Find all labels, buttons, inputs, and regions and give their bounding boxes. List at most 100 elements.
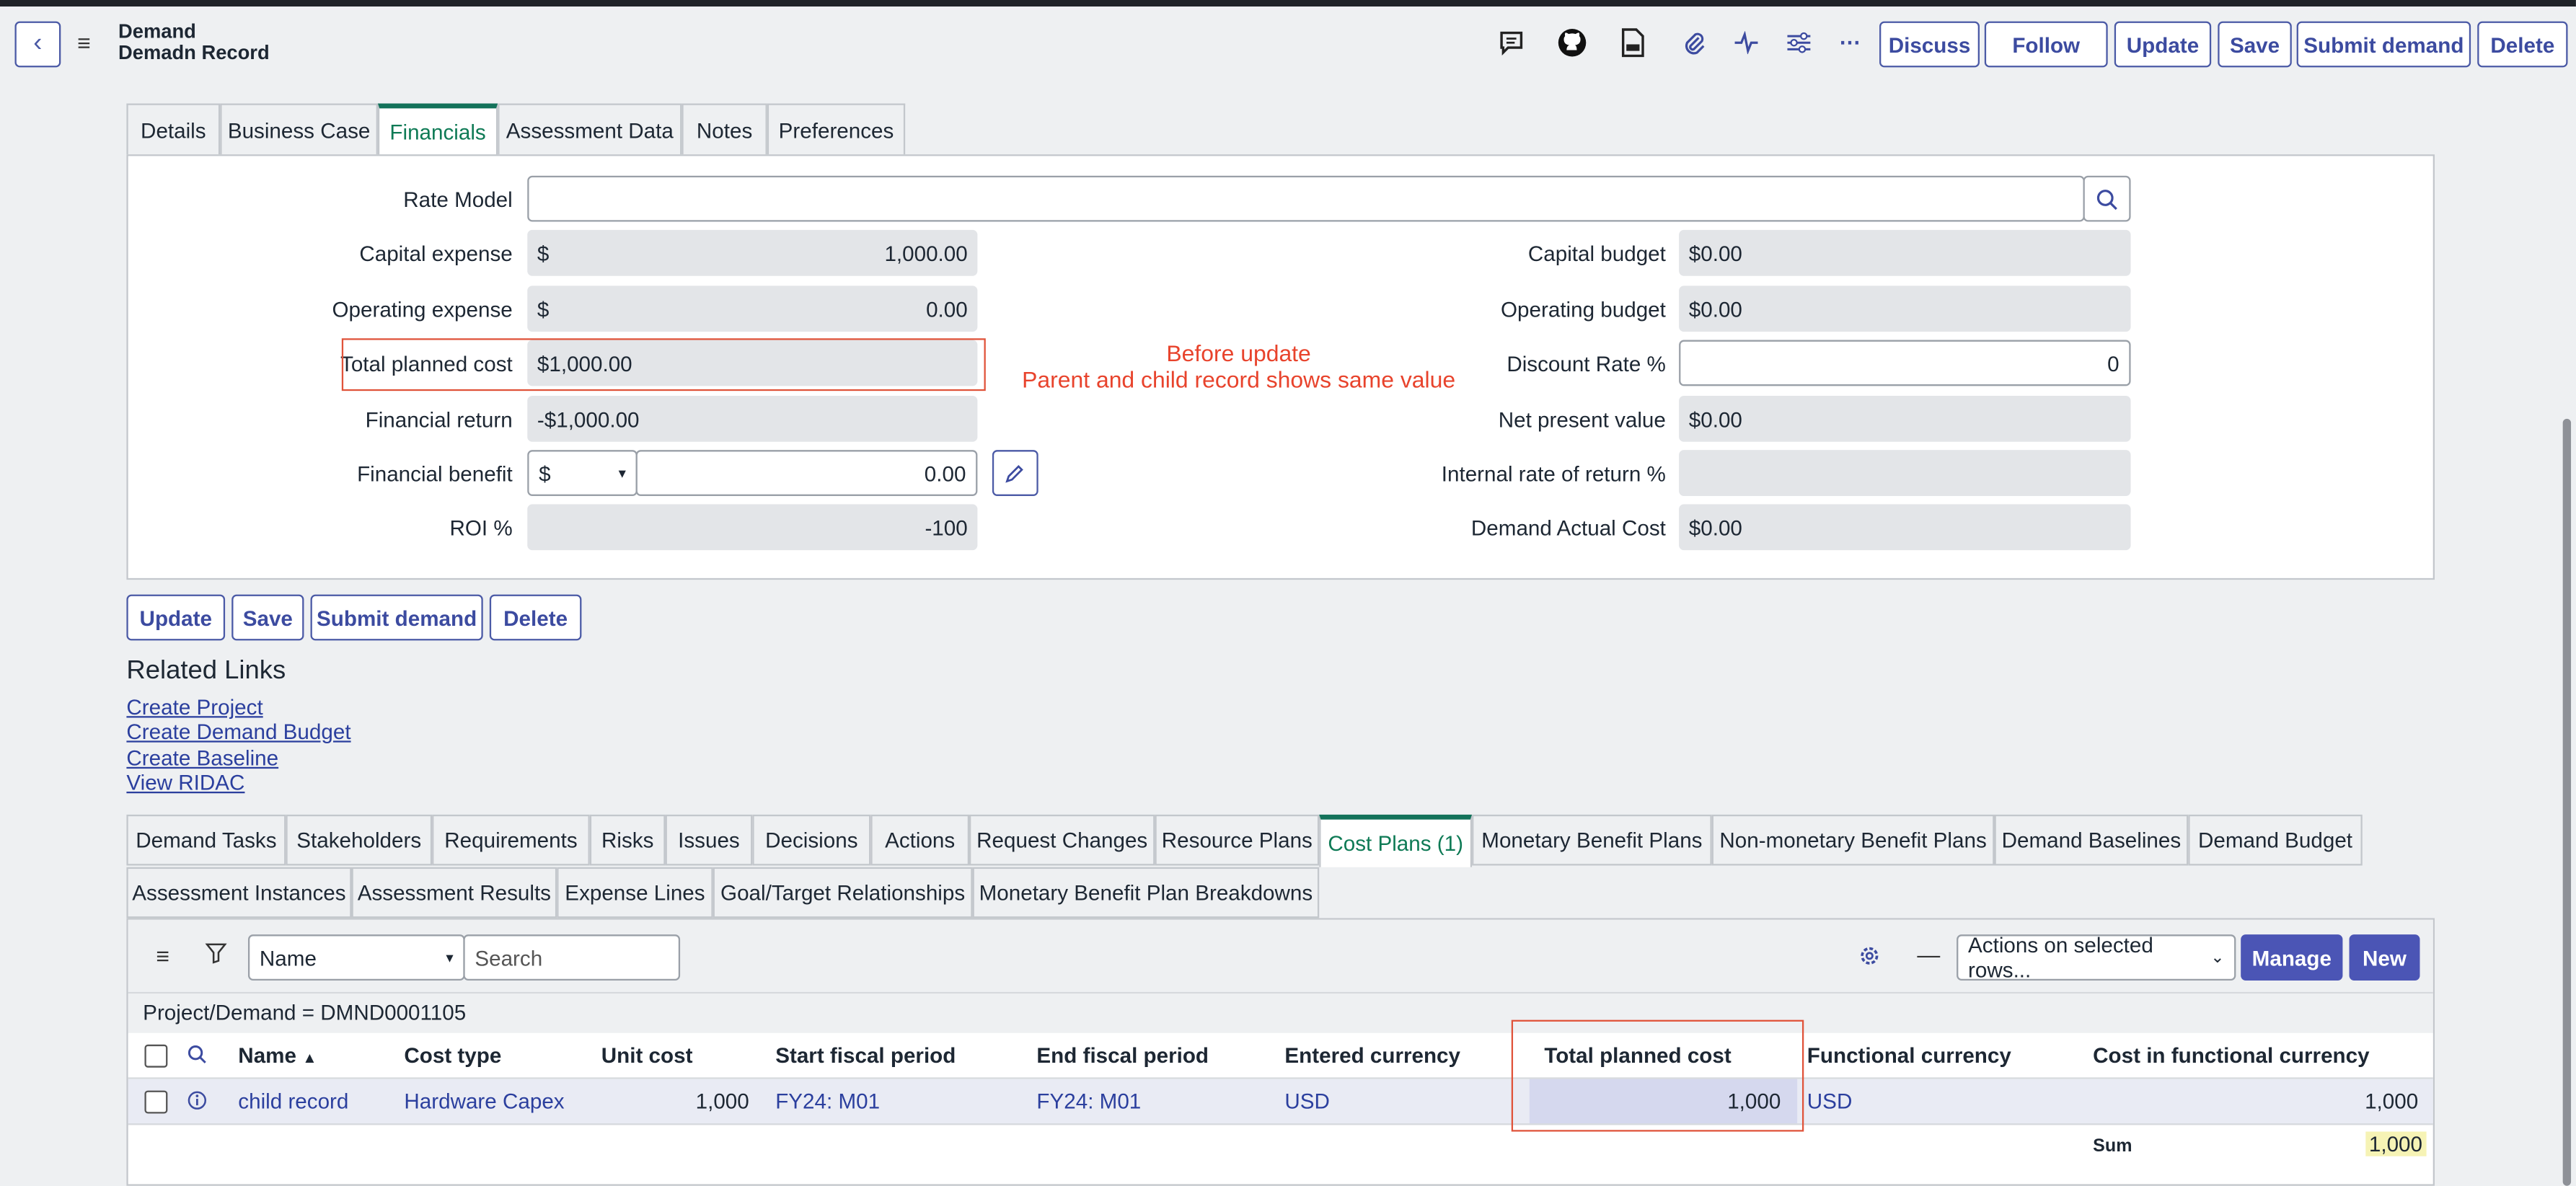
activity-icon[interactable] <box>1732 28 1761 58</box>
table-row: child record Hardware Capex 1,000 FY24: … <box>128 1079 2433 1125</box>
update-button[interactable]: Update <box>2114 21 2212 68</box>
tab-assessment-instances[interactable]: Assessment Instances <box>126 867 352 919</box>
list-menu-icon[interactable]: ≡ <box>156 943 169 969</box>
rate-model-input[interactable] <box>527 175 2085 222</box>
menu-icon[interactable]: ≡ <box>77 30 91 56</box>
sort-asc-icon: ▲ <box>302 1049 317 1066</box>
form-update-button[interactable]: Update <box>126 594 226 641</box>
save-button[interactable]: Save <box>2218 21 2292 68</box>
row-entered-currency-link[interactable]: USD <box>1284 1089 1330 1113</box>
col-end-fiscal-period[interactable]: End fiscal period <box>1036 1043 1209 1068</box>
col-cost-type[interactable]: Cost type <box>404 1043 501 1068</box>
follow-button[interactable]: Follow <box>1984 21 2108 68</box>
tab-non-monetary-benefit-plans[interactable]: Non-monetary Benefit Plans <box>1711 814 1995 866</box>
row-end-period-link[interactable]: FY24: M01 <box>1036 1089 1141 1113</box>
form-save-button[interactable]: Save <box>231 594 304 641</box>
edit-currency-button[interactable] <box>992 450 1038 496</box>
financial-return-field: -$1,000.00 <box>527 395 978 442</box>
select-all-checkbox[interactable] <box>144 1044 168 1068</box>
tab-expense-lines[interactable]: Expense Lines <box>557 867 713 919</box>
sliders-icon[interactable] <box>1784 28 1814 58</box>
tab-issues[interactable]: Issues <box>665 814 753 866</box>
rate-model-label: Rate Model <box>403 187 513 212</box>
view-ridac-link[interactable]: View RIDAC <box>126 770 244 795</box>
tab-requirements[interactable]: Requirements <box>432 814 590 866</box>
capital-budget-label: Capital budget <box>1527 241 1666 267</box>
filter-icon[interactable] <box>205 943 227 973</box>
tab-details[interactable]: Details <box>126 103 221 155</box>
paperclip-icon[interactable] <box>1679 28 1708 58</box>
tab-risks[interactable]: Risks <box>589 814 666 866</box>
page-title: Demand <box>118 19 196 43</box>
tab-financials[interactable]: Financials <box>377 103 498 156</box>
tab-resource-plans[interactable]: Resource Plans <box>1155 814 1320 866</box>
tab-demand-tasks[interactable]: Demand Tasks <box>126 814 286 866</box>
form-delete-button[interactable]: Delete <box>489 594 582 641</box>
row-functional-currency-link[interactable]: USD <box>1807 1089 1853 1113</box>
document-icon[interactable] <box>1618 28 1648 58</box>
capital-budget-field: $0.00 <box>1679 229 2131 276</box>
submit-demand-button[interactable]: Submit demand <box>2296 21 2471 68</box>
tab-assessment-data[interactable]: Assessment Data <box>498 103 682 155</box>
list-toolbar: ≡ Name ▾ Search — Actions on selected row… <box>128 919 2433 994</box>
gear-icon[interactable] <box>1858 944 1881 975</box>
create-project-link[interactable]: Create Project <box>126 695 263 720</box>
tab-demand-baselines[interactable]: Demand Baselines <box>1994 814 2189 866</box>
tab-stakeholders[interactable]: Stakeholders <box>286 814 433 866</box>
tab-business-case[interactable]: Business Case <box>220 103 378 155</box>
search-field-select[interactable]: Name ▾ <box>247 934 465 981</box>
manage-button[interactable]: Manage <box>2241 934 2343 981</box>
delete-button[interactable]: Delete <box>2477 21 2568 68</box>
new-button[interactable]: New <box>2349 934 2420 981</box>
comment-icon[interactable] <box>1496 28 1526 58</box>
col-cost-in-functional-currency[interactable]: Cost in functional currency <box>2093 1043 2369 1068</box>
col-entered-currency[interactable]: Entered currency <box>1284 1043 1460 1068</box>
row-checkbox[interactable] <box>144 1090 168 1114</box>
tab-decisions[interactable]: Decisions <box>752 814 871 866</box>
tab-preferences[interactable]: Preferences <box>767 103 906 155</box>
search-input[interactable]: Search <box>463 934 681 981</box>
row-cost-type-link[interactable]: Hardware Capex <box>404 1089 564 1113</box>
discount-rate-input[interactable]: 0 <box>1679 340 2131 386</box>
actions-select[interactable]: Actions on selected rows... ⌄ <box>1957 933 2236 982</box>
rate-model-lookup-button[interactable] <box>2083 175 2131 222</box>
tab-assessment-results[interactable]: Assessment Results <box>351 867 557 919</box>
tab-monetary-benefit-plans[interactable]: Monetary Benefit Plans <box>1472 814 1712 866</box>
github-icon[interactable] <box>1558 28 1587 58</box>
discuss-button[interactable]: Discuss <box>1879 21 1980 68</box>
form-submit-demand-button[interactable]: Submit demand <box>310 594 483 641</box>
tab-goal-target-relationships[interactable]: Goal/Target Relationships <box>713 867 973 919</box>
col-unit-cost[interactable]: Unit cost <box>601 1043 693 1068</box>
col-name[interactable]: Name ▲ <box>238 1043 317 1068</box>
caret-down-icon: ▾ <box>618 464 626 481</box>
more-icon[interactable]: ⋯ <box>1835 28 1865 58</box>
tab-request-changes[interactable]: Request Changes <box>969 814 1155 866</box>
create-demand-budget-link[interactable]: Create Demand Budget <box>126 720 350 744</box>
row-name-link[interactable]: child record <box>238 1089 348 1113</box>
filter-breadcrumb[interactable]: Project/Demand = DMND0001105 <box>128 994 2433 1033</box>
create-baseline-link[interactable]: Create Baseline <box>126 745 278 770</box>
tab-cost-plans[interactable]: Cost Plans (1) <box>1319 814 1473 867</box>
operating-budget-field: $0.00 <box>1679 286 2131 332</box>
tab-actions[interactable]: Actions <box>870 814 970 866</box>
tab-notes[interactable]: Notes <box>682 103 767 155</box>
row-cost-functional: 1,000 <box>2365 1089 2419 1114</box>
row-start-period-link[interactable]: FY24: M01 <box>775 1089 880 1113</box>
highlight-box-parent <box>341 338 986 391</box>
back-button[interactable]: ‹ <box>14 21 61 68</box>
tab-monetary-benefit-plan-breakdowns[interactable]: Monetary Benefit Plan Breakdowns <box>972 867 1320 919</box>
sum-value: 1,000 <box>2365 1131 2426 1156</box>
record-title: Demadn Record <box>118 40 270 64</box>
tab-demand-budget[interactable]: Demand Budget <box>2188 814 2363 866</box>
col-start-fiscal-period[interactable]: Start fiscal period <box>775 1043 956 1068</box>
currency-select[interactable]: $ ▾ <box>527 450 638 496</box>
info-icon[interactable] <box>188 1089 207 1118</box>
col-functional-currency[interactable]: Functional currency <box>1807 1043 2011 1068</box>
roi-field: -100 <box>527 504 978 551</box>
caret-down-icon: ▾ <box>446 948 454 965</box>
page-scrollbar[interactable] <box>2562 418 2572 1186</box>
column-search-icon[interactable] <box>188 1043 207 1073</box>
collapse-icon[interactable]: — <box>1917 941 1940 967</box>
financial-benefit-input[interactable]: 0.00 <box>635 450 978 496</box>
form-header: ‹ ≡ Demand Demadn Record ⋯ Discuss Follo… <box>0 6 2576 79</box>
